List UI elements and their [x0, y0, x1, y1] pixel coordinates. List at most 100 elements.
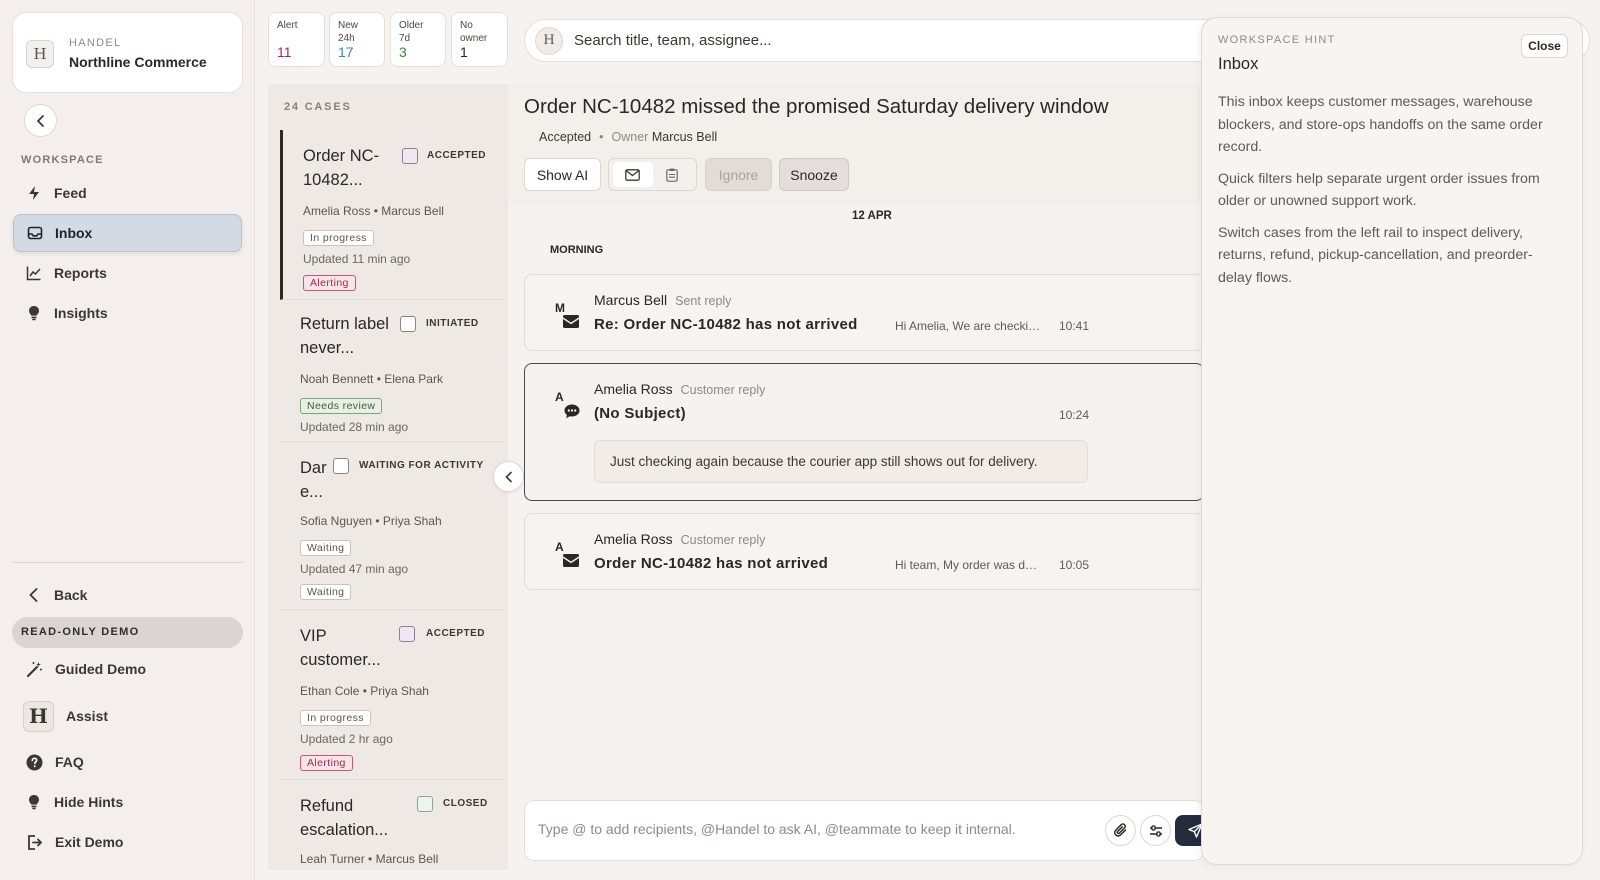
message-card[interactable]: M Marcus Bell Sent reply Re: Order NC-104…	[524, 274, 1204, 351]
chevron-left-icon	[29, 588, 38, 602]
nav-item-feed[interactable]: Feed	[13, 174, 242, 212]
hint-body: This inbox keeps customer messages, ware…	[1218, 91, 1563, 298]
workspace-hint-panel: WORKSPACE HINT Inbox Close This inbox ke…	[1201, 17, 1583, 865]
nav-item-label: Feed	[54, 185, 87, 201]
thread-meta: Accepted • Owner Marcus Bell	[539, 130, 717, 144]
chat-bubble-icon	[564, 404, 580, 419]
bolt-icon	[29, 186, 39, 200]
ignore-button[interactable]: Ignore	[705, 158, 772, 191]
message-author: Amelia Ross Customer reply	[594, 381, 765, 397]
message-card-expanded[interactable]: A Amelia Ross Customer reply (No Subject)…	[524, 363, 1204, 501]
stat-value: 3	[399, 44, 407, 60]
stat-label: No owner	[460, 20, 488, 44]
case-item[interactable]: Dar e... WAITING FOR ACTIVITY Sofia Nguy…	[280, 442, 504, 610]
envelope-icon	[563, 554, 579, 567]
attach-button[interactable]	[1105, 815, 1136, 846]
owner-name: Marcus Bell	[651, 130, 718, 144]
case-checkbox[interactable]	[333, 458, 349, 474]
case-checkbox[interactable]	[399, 626, 415, 642]
case-people: Amelia Ross • Marcus Bell	[303, 204, 444, 218]
workspace-name: Northline Commerce	[69, 54, 207, 70]
case-item[interactable]: VIP customer... ACCEPTED Ethan Cole • Pr…	[280, 610, 504, 780]
nav-item-guided-demo[interactable]: Guided Demo	[13, 650, 242, 688]
case-checkbox[interactable]	[400, 316, 416, 332]
chevron-left-icon	[36, 114, 44, 127]
snooze-button[interactable]: Snooze	[779, 158, 849, 191]
date-divider: 12 APR	[852, 210, 892, 222]
nav-item-exit-demo[interactable]: Exit Demo	[13, 823, 242, 861]
collapse-sidebar-button[interactable]	[24, 104, 57, 137]
case-updated: Updated 2 hr ago	[300, 732, 393, 746]
filter-older-7d[interactable]: Older 7d 3	[390, 12, 446, 67]
sliders-icon	[1149, 824, 1162, 837]
workspace-switcher[interactable]: H HANDEL Northline Commerce	[12, 12, 243, 93]
show-ai-button[interactable]: Show AI	[524, 158, 601, 191]
hint-eyebrow: WORKSPACE HINT	[1218, 34, 1336, 46]
case-title: Return label never...	[300, 315, 389, 357]
case-status: INITIATED	[426, 318, 479, 329]
waiting-tag: Waiting	[300, 584, 352, 600]
case-people: Sofia Nguyen • Priya Shah	[300, 514, 442, 528]
collapse-case-list-button[interactable]	[493, 461, 524, 492]
case-item[interactable]: Return label never... INITIATED Noah Ben…	[280, 300, 504, 442]
message-card[interactable]: A Amelia Ross Customer reply Order NC-104…	[524, 513, 1204, 590]
exit-icon	[28, 834, 42, 850]
case-people: Noah Bennett • Elena Park	[300, 372, 443, 386]
search-input[interactable]	[574, 32, 974, 49]
reply-input[interactable]	[538, 821, 1058, 837]
case-item[interactable]: Order NC-10482... ACCEPTED Amelia Ross •…	[280, 130, 504, 300]
nav-item-assist[interactable]: H Assist	[13, 697, 242, 735]
magic-wand-icon	[26, 661, 42, 677]
nav-item-inbox[interactable]: Inbox	[13, 214, 242, 252]
handel-logo: H	[535, 26, 563, 55]
message-subject: Re: Order NC-10482 has not arrived	[594, 316, 858, 333]
line-chart-icon	[26, 266, 41, 281]
case-status: ACCEPTED	[427, 150, 487, 161]
nav-item-label: Assist	[66, 708, 109, 724]
case-title: Refund escalation...	[300, 797, 389, 839]
close-hint-button[interactable]: Close	[1521, 34, 1568, 58]
message-time: 10:24	[1059, 408, 1090, 422]
workspace-eyebrow: HANDEL	[69, 37, 122, 49]
nav-item-label: Guided Demo	[55, 661, 147, 677]
case-count: 24 CASES	[284, 101, 352, 113]
case-people: Leah Turner • Marcus Bell	[300, 852, 439, 866]
case-people: Ethan Cole • Priya Shah	[300, 684, 429, 698]
case-title: Dar e...	[300, 459, 327, 501]
nav-item-insights[interactable]: Insights	[13, 294, 242, 332]
message-kind: Customer reply	[680, 383, 766, 397]
envelope-icon	[625, 168, 641, 181]
case-checkbox[interactable]	[402, 148, 418, 164]
case-item[interactable]: Refund escalation... CLOSED Leah Turner …	[280, 780, 504, 870]
message-time: 10:05	[1059, 558, 1090, 572]
clipboard-icon	[666, 168, 679, 182]
nav-item-faq[interactable]: FAQ	[13, 743, 242, 781]
filter-new-24h[interactable]: New 24h 17	[329, 12, 385, 67]
nav-item-label: Back	[54, 587, 88, 603]
case-status: ACCEPTED	[426, 628, 486, 639]
filter-no-owner[interactable]: No owner 1	[451, 12, 508, 67]
paperclip-icon	[1113, 823, 1126, 837]
case-updated: Updated 28 min ago	[300, 420, 409, 434]
nav-item-hide-hints[interactable]: Hide Hints	[13, 783, 242, 821]
back-button[interactable]: Back	[13, 576, 242, 614]
thread-status: Accepted	[539, 130, 592, 144]
lightbulb-icon	[29, 795, 39, 810]
message-kind: Customer reply	[680, 533, 766, 547]
nav-item-label: Insights	[54, 305, 108, 321]
case-status: WAITING FOR ACTIVITY	[359, 460, 484, 471]
sidebar: H HANDEL Northline Commerce WORKSPACE Fe…	[0, 0, 255, 880]
author-name: Marcus Bell	[594, 292, 668, 308]
view-toggle	[608, 158, 697, 191]
case-checkbox[interactable]	[417, 796, 433, 812]
read-only-demo-badge: READ-ONLY DEMO	[12, 617, 243, 648]
hint-paragraph: This inbox keeps customer messages, ware…	[1218, 94, 1543, 155]
settings-button[interactable]	[1140, 815, 1171, 846]
notes-view-toggle[interactable]	[653, 162, 693, 187]
nav-item-label: FAQ	[55, 754, 84, 770]
email-view-toggle[interactable]	[613, 162, 653, 187]
question-circle-icon	[26, 754, 43, 770]
stat-value: 1	[460, 44, 468, 60]
filter-alert[interactable]: Alert 11	[268, 12, 325, 67]
nav-item-reports[interactable]: Reports	[13, 254, 242, 292]
